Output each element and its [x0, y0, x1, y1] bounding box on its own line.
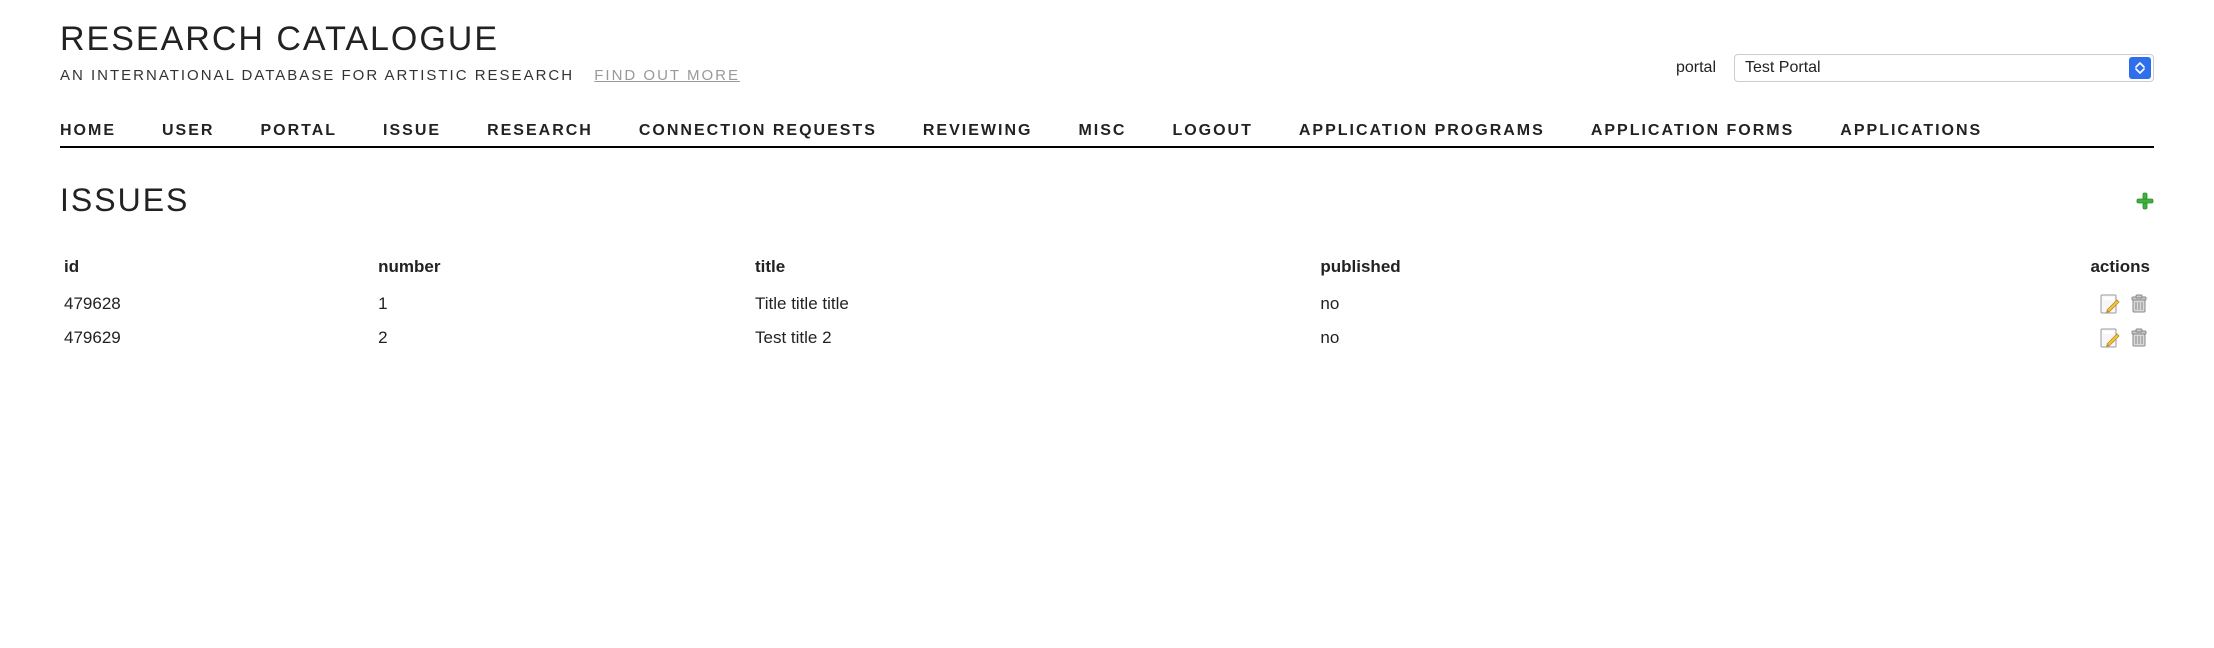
col-header-actions: actions: [1777, 249, 2154, 287]
cell-number: 2: [374, 321, 751, 355]
edit-icon: [2099, 327, 2121, 349]
portal-select[interactable]: Test Portal: [1734, 54, 2154, 82]
edit-icon: [2099, 293, 2121, 315]
edit-button[interactable]: [2099, 327, 2121, 349]
nav-connection-requests[interactable]: CONNECTION REQUESTS: [639, 122, 877, 140]
cell-published: no: [1316, 321, 1777, 355]
select-chevrons-icon: [2129, 57, 2151, 79]
delete-button[interactable]: [2128, 327, 2150, 349]
main-nav: HOME USER PORTAL ISSUE RESEARCH CONNECTI…: [60, 122, 2154, 148]
edit-button[interactable]: [2099, 293, 2121, 315]
site-title: RESEARCH CATALOGUE: [60, 20, 740, 59]
cell-number: 1: [374, 287, 751, 321]
brand-block: RESEARCH CATALOGUE AN INTERNATIONAL DATA…: [60, 20, 740, 84]
table-header-row: id number title published actions: [60, 249, 2154, 287]
trash-icon: [2128, 293, 2150, 315]
table-row: 479628 1 Title title title no: [60, 287, 2154, 321]
add-issue-button[interactable]: [2136, 192, 2154, 210]
col-header-number[interactable]: number: [374, 249, 751, 287]
delete-button[interactable]: [2128, 293, 2150, 315]
cell-id: 479629: [60, 321, 374, 355]
site-tagline: AN INTERNATIONAL DATABASE FOR ARTISTIC R…: [60, 67, 574, 84]
portal-label: portal: [1676, 59, 1716, 77]
plus-icon: [2136, 192, 2154, 210]
nav-research[interactable]: RESEARCH: [487, 122, 593, 140]
trash-icon: [2128, 327, 2150, 349]
table-row: 479629 2 Test title 2 no: [60, 321, 2154, 355]
cell-title: Test title 2: [751, 321, 1316, 355]
cell-id: 479628: [60, 287, 374, 321]
nav-misc[interactable]: MISC: [1078, 122, 1126, 140]
page-title: ISSUES: [60, 182, 189, 219]
nav-applications[interactable]: APPLICATIONS: [1840, 122, 1982, 140]
nav-application-forms[interactable]: APPLICATION FORMS: [1591, 122, 1794, 140]
col-header-id[interactable]: id: [60, 249, 374, 287]
issues-table: id number title published actions 479628…: [60, 249, 2154, 355]
col-header-published[interactable]: published: [1316, 249, 1777, 287]
nav-portal[interactable]: PORTAL: [260, 122, 337, 140]
cell-title: Title title title: [751, 287, 1316, 321]
col-header-title[interactable]: title: [751, 249, 1316, 287]
nav-issue[interactable]: ISSUE: [383, 122, 441, 140]
nav-logout[interactable]: LOGOUT: [1172, 122, 1252, 140]
cell-published: no: [1316, 287, 1777, 321]
nav-reviewing[interactable]: REVIEWING: [923, 122, 1033, 140]
portal-selected-value: Test Portal: [1745, 59, 1821, 77]
nav-user[interactable]: USER: [162, 122, 214, 140]
find-out-more-link[interactable]: FIND OUT MORE: [594, 67, 740, 84]
nav-application-programs[interactable]: APPLICATION PROGRAMS: [1299, 122, 1545, 140]
nav-home[interactable]: HOME: [60, 122, 116, 140]
